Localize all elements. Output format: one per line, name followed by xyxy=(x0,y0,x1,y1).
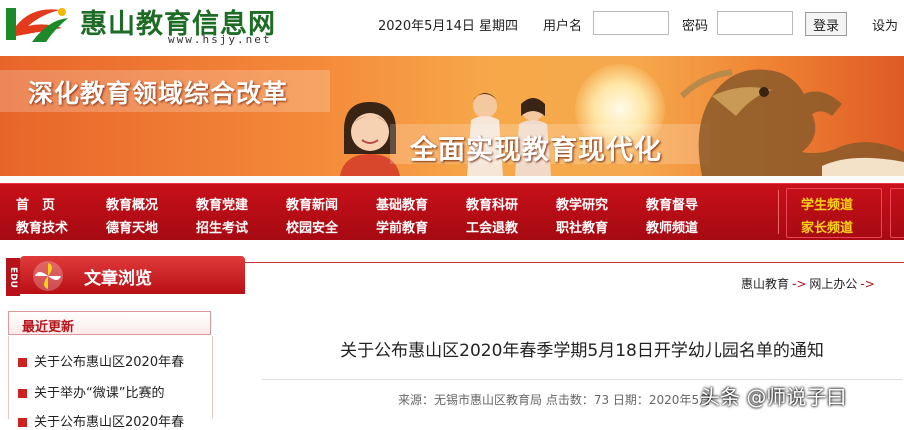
list-item[interactable]: 关于举办“微课”比赛的 xyxy=(18,382,164,401)
nav-item-students[interactable]: 学生频道 xyxy=(801,194,853,213)
nav-item-union[interactable]: 工会退教 xyxy=(466,217,518,236)
nav-item-vocational[interactable]: 职社教育 xyxy=(556,217,608,236)
nav-item-supervision[interactable]: 教育督导 xyxy=(646,194,698,213)
nav-item-home[interactable]: 首 页 xyxy=(16,194,55,213)
site-logo-icon xyxy=(6,8,68,42)
current-date: 2020年5月14日 星期四 xyxy=(378,19,519,34)
bullet-icon xyxy=(18,418,27,427)
article-meta: 来源：无锡市惠山区教育局 点击数：73 日期：2020年5月 xyxy=(398,393,712,407)
list-item-text[interactable]: 关于举办“微课”比赛的 xyxy=(34,386,164,401)
list-item[interactable]: 关于公布惠山区2020年春 xyxy=(18,411,184,430)
dragon-sculpture-graphic xyxy=(679,69,904,176)
breadcrumb-office[interactable]: 网上办公 xyxy=(809,277,857,291)
hero-banner: 深化教育领域综合改革 全面实现教育现代化 xyxy=(0,56,904,176)
nav-item-admission[interactable]: 招生考试 xyxy=(196,217,248,236)
bullet-icon xyxy=(18,389,27,398)
nav-item-research[interactable]: 教育科研 xyxy=(466,194,518,213)
nav-item-moral[interactable]: 德育天地 xyxy=(106,217,158,236)
channel-box-edge xyxy=(890,188,904,238)
login-button[interactable]: 登录 xyxy=(805,12,847,36)
pinwheel-icon xyxy=(33,261,63,291)
recent-updates-title: 最近更新 xyxy=(22,320,75,335)
watermark: 头条 @师说子曰 xyxy=(700,385,847,409)
top-bar: 惠山教育信息网 www.hsjy.net 2020年5月14日 星期四 用户名 … xyxy=(0,0,904,56)
set-homepage-link[interactable]: 设为 xyxy=(872,15,898,34)
nav-item-overview[interactable]: 教育概况 xyxy=(106,194,158,213)
breadcrumb-arrow-icon: -> xyxy=(792,277,807,291)
banner-slogan-secondary: 全面实现教育现代化 xyxy=(410,135,662,166)
breadcrumb-home[interactable]: 惠山教育 xyxy=(741,277,789,291)
nav-item-parents[interactable]: 家长频道 xyxy=(801,217,853,236)
article-title: 关于公布惠山区2020年春季学期5月18日开学幼儿园名单的通知 xyxy=(340,341,824,361)
nav-item-teachers[interactable]: 教师频道 xyxy=(646,217,698,236)
edu-label: EDU xyxy=(6,258,20,296)
nav-item-teaching[interactable]: 教学研究 xyxy=(556,194,608,213)
nav-item-safety[interactable]: 校园安全 xyxy=(286,217,338,236)
password-input[interactable] xyxy=(717,11,793,35)
article-divider xyxy=(262,379,902,380)
bullet-icon xyxy=(18,358,27,367)
breadcrumb-arrow-icon: -> xyxy=(860,277,875,291)
nav-item-party[interactable]: 教育党建 xyxy=(196,194,248,213)
nav-divider xyxy=(778,190,779,234)
nav-item-news[interactable]: 教育新闻 xyxy=(286,194,338,213)
nav-item-edu-tech[interactable]: 教育技术 xyxy=(16,217,68,236)
nav-item-preschool[interactable]: 学前教育 xyxy=(376,217,428,236)
main-navigation: 首 页 教育概况 教育党建 教育新闻 基础教育 教育科研 教学研究 教育督导 教… xyxy=(0,183,904,240)
banner-slogan-primary: 深化教育领域综合改革 xyxy=(28,79,289,108)
username-label: 用户名 xyxy=(543,19,583,34)
password-label: 密码 xyxy=(682,19,709,34)
list-item-text[interactable]: 关于公布惠山区2020年春 xyxy=(34,355,184,370)
site-url: www.hsjy.net xyxy=(168,33,272,46)
panel-title: 文章浏览 xyxy=(84,269,152,289)
username-input[interactable] xyxy=(593,11,669,35)
recent-updates-list xyxy=(8,336,213,419)
list-item[interactable]: 关于公布惠山区2020年春 xyxy=(18,351,184,370)
list-item-text[interactable]: 关于公布惠山区2020年春 xyxy=(34,415,184,430)
nav-item-basic-edu[interactable]: 基础教育 xyxy=(376,194,428,213)
breadcrumb: 惠山教育 -> 网上办公 -> xyxy=(741,275,878,292)
